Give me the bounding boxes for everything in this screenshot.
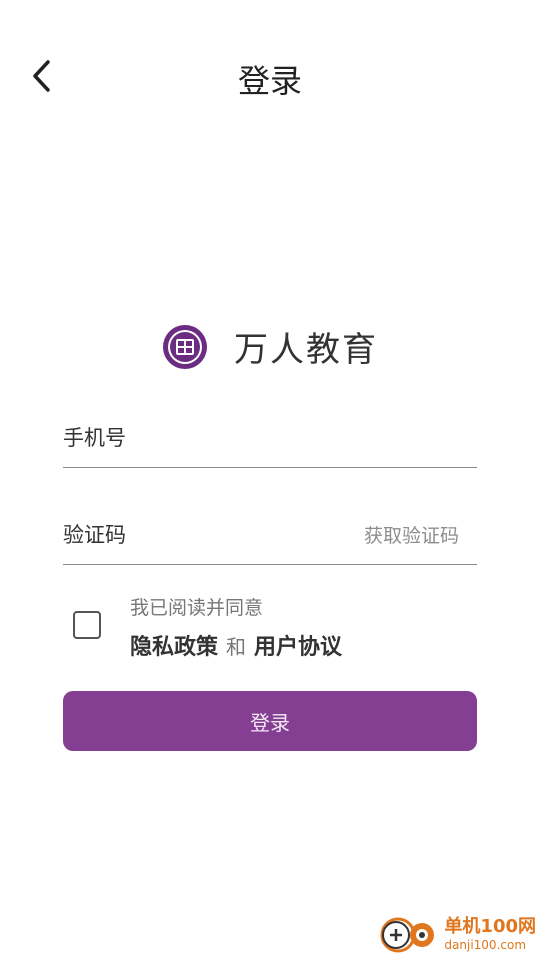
agreement-checkbox[interactable] xyxy=(73,611,101,639)
watermark-url: danji100.com xyxy=(444,937,527,952)
phone-field-row xyxy=(63,408,477,468)
agreement-prefix: 我已阅读并同意 xyxy=(130,597,264,619)
brand-seal-icon xyxy=(162,324,208,370)
brand-header: 万人教育 xyxy=(0,322,540,371)
user-agreement-link[interactable]: 用户协议 xyxy=(254,629,342,661)
login-button[interactable]: 登录 xyxy=(63,691,477,751)
watermark: 单机100网 danji100.com xyxy=(376,912,536,956)
brand-name: 万人教育 xyxy=(234,330,378,370)
watermark-logo-icon xyxy=(376,913,438,955)
phone-input[interactable] xyxy=(63,408,477,467)
get-code-button[interactable]: 获取验证码 xyxy=(364,521,459,548)
agreement-conjunction: 和 xyxy=(226,635,247,659)
page-title: 登录 xyxy=(237,62,302,100)
privacy-policy-link[interactable]: 隐私政策 xyxy=(130,629,218,661)
verification-code-input[interactable] xyxy=(63,505,364,564)
watermark-name: 单机100网 xyxy=(444,915,536,937)
code-field-row: 获取验证码 xyxy=(63,505,477,565)
agreement-links: 隐私政策 和 用户协议 xyxy=(130,629,342,661)
watermark-text: 单机100网 danji100.com xyxy=(444,915,536,952)
login-screen: 登录 万人教育 获取验证码 我已阅读并同意 隐私政策 和 用户协 xyxy=(0,0,540,960)
